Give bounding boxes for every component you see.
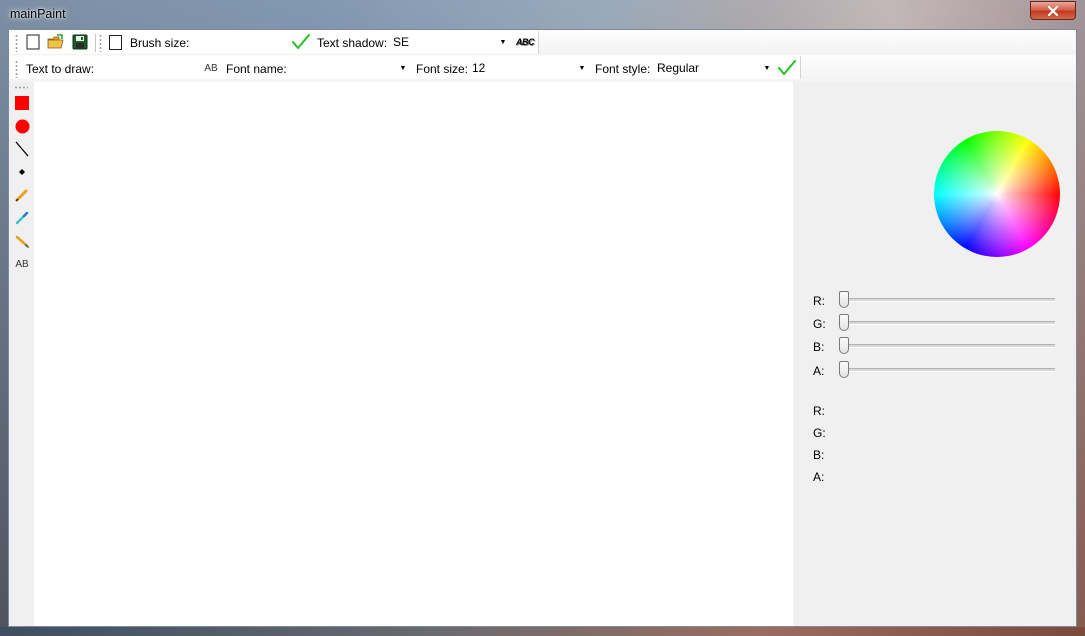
- checkbox-icon: [108, 34, 122, 50]
- floppy-disk-icon: [72, 34, 88, 50]
- diagonal-line-icon: [15, 141, 29, 157]
- close-icon: [1047, 5, 1059, 16]
- window-bottom-border: [0, 627, 1085, 636]
- slider-track: [841, 321, 1055, 325]
- save-file-button[interactable]: [70, 32, 90, 52]
- toolbar-grip[interactable]: [15, 34, 18, 52]
- font-size-select[interactable]: 12 ▼: [468, 58, 590, 78]
- slider-track: [841, 368, 1055, 372]
- chevron-down-icon: ▼: [578, 64, 586, 72]
- filled-circle-icon: [15, 119, 29, 133]
- font-style-select[interactable]: Regular ▼: [653, 58, 775, 78]
- slider-thumb[interactable]: [839, 291, 849, 308]
- readout-g-label: G:: [813, 426, 826, 440]
- color-wheel[interactable]: [934, 131, 1060, 257]
- open-file-button[interactable]: [46, 32, 66, 52]
- point-tool[interactable]: [12, 162, 32, 182]
- brush-size-input[interactable]: [189, 32, 289, 52]
- toolbar-text: Text to draw: AB Font name: ▼ Font size:…: [9, 55, 1076, 82]
- blue-slider[interactable]: [839, 336, 1055, 356]
- apply-font-button[interactable]: [777, 58, 797, 78]
- apply-brush-size-button[interactable]: [291, 32, 311, 52]
- text-shadow-label: Text shadow:: [317, 36, 388, 50]
- text-to-draw-input[interactable]: [98, 58, 198, 78]
- chevron-down-icon: ▼: [499, 38, 507, 46]
- font-name-select[interactable]: ▼: [291, 58, 411, 78]
- toolbar-grip[interactable]: [15, 60, 18, 78]
- open-folder-icon: [47, 34, 64, 49]
- readout-r-label: R:: [813, 404, 825, 418]
- text-tool[interactable]: AB: [12, 254, 32, 274]
- tool-palette: AB: [9, 82, 34, 626]
- close-button[interactable]: [1030, 1, 1076, 20]
- slider-thumb[interactable]: [839, 361, 849, 378]
- slider-b-label: B:: [813, 340, 825, 354]
- apply-text-button[interactable]: AB: [201, 58, 221, 78]
- dot-icon: [19, 169, 25, 175]
- new-file-icon: [26, 34, 40, 50]
- alpha-slider[interactable]: [839, 360, 1055, 380]
- client-area: Brush size: Text shadow: SE ▼ ABC Text t…: [8, 29, 1077, 627]
- slider-a-label: A:: [813, 364, 825, 378]
- text-ab-icon: AB: [15, 258, 29, 270]
- brush-size-label: Brush size:: [130, 36, 190, 50]
- text-shadow-abc-button[interactable]: ABC: [514, 32, 536, 52]
- rectangle-tool[interactable]: [12, 93, 32, 113]
- slider-thumb[interactable]: [839, 337, 849, 354]
- red-slider[interactable]: [839, 290, 1055, 310]
- toolbar-main: Brush size: Text shadow: SE ▼ ABC: [9, 30, 1076, 55]
- window-title: mainPaint: [10, 7, 66, 21]
- toolbar-separator: [95, 34, 96, 52]
- pencil-icon: [15, 189, 28, 202]
- font-style-value: Regular: [657, 61, 700, 75]
- text-ab-icon: AB: [204, 62, 218, 74]
- slider-track: [841, 298, 1055, 302]
- ellipse-tool[interactable]: [12, 116, 32, 136]
- toolbar-grip[interactable]: [99, 34, 102, 52]
- color-picker-tool[interactable]: [12, 208, 32, 228]
- brush-icon: [15, 235, 29, 248]
- brush-tool[interactable]: [12, 231, 32, 251]
- checkmark-icon: [292, 34, 310, 49]
- slider-g-label: G:: [813, 317, 826, 331]
- brush-checkbox[interactable]: [105, 32, 125, 52]
- color-panel: R: G: B: A: R: G: B: A:: [793, 82, 1076, 626]
- pencil-tool[interactable]: [12, 185, 32, 205]
- chevron-down-icon: ▼: [399, 64, 407, 72]
- readout-b-label: B:: [813, 448, 825, 462]
- text-shadow-value: SE: [393, 35, 410, 49]
- title-bar[interactable]: mainPaint: [0, 0, 1085, 29]
- font-size-value: 12: [472, 61, 486, 75]
- slider-thumb[interactable]: [839, 314, 849, 331]
- text-to-draw-label: Text to draw:: [26, 62, 95, 76]
- text-shadow-select[interactable]: SE ▼: [389, 32, 511, 52]
- green-slider[interactable]: [839, 313, 1055, 333]
- line-tool[interactable]: [12, 139, 32, 159]
- new-file-button[interactable]: [23, 32, 43, 52]
- toolbar-grip[interactable]: [14, 86, 28, 89]
- drawing-canvas[interactable]: [34, 82, 793, 626]
- font-style-label: Font style:: [595, 62, 651, 76]
- eyedropper-icon: [15, 211, 29, 225]
- chevron-down-icon: ▼: [763, 64, 771, 72]
- slider-r-label: R:: [813, 294, 825, 308]
- font-name-label: Font name:: [226, 62, 287, 76]
- readout-a-label: A:: [813, 470, 825, 484]
- slider-track: [841, 344, 1055, 348]
- checkmark-icon: [778, 60, 796, 75]
- filled-square-icon: [15, 96, 29, 110]
- abc-shadow-icon: ABC: [516, 37, 535, 47]
- font-size-label: Font size:: [416, 62, 469, 76]
